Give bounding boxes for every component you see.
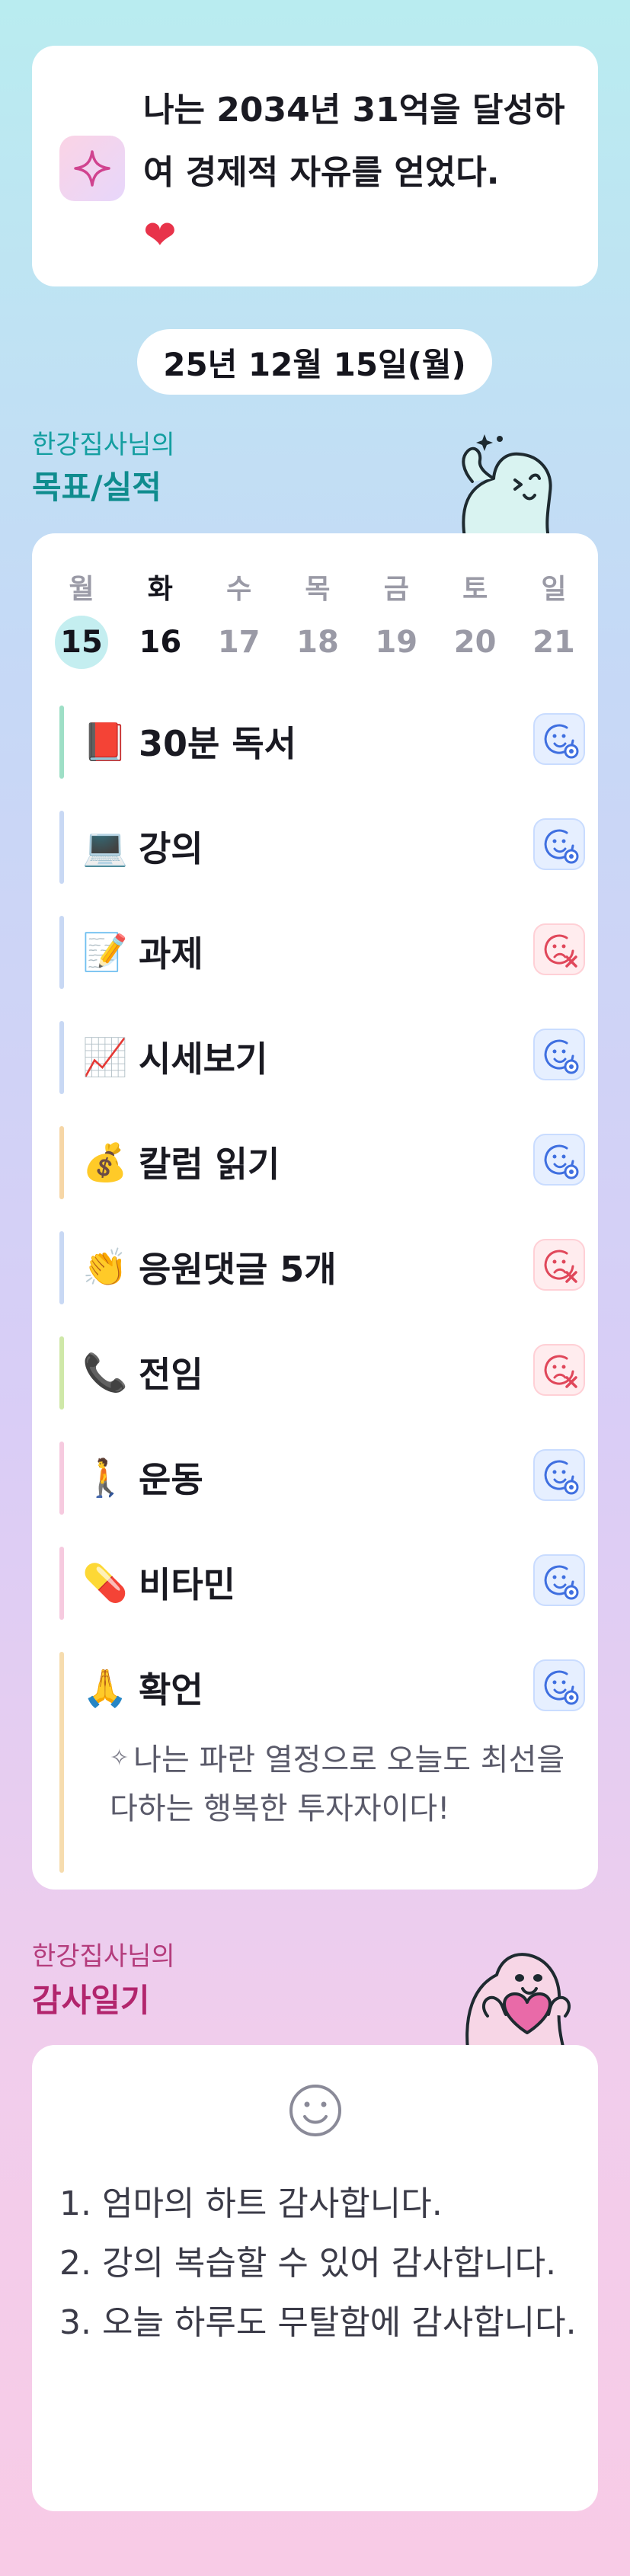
thanks-card: 1. 엄마의 하트 감사합니다. 2. 강의 복습할 수 있어 감사합니다. 3… xyxy=(32,2045,598,2511)
status-failed-icon[interactable] xyxy=(533,923,585,975)
task-row[interactable]: 📞 전임 xyxy=(59,1329,585,1434)
task-label: 30분 독서 xyxy=(139,723,296,764)
weekday-date: 15 xyxy=(55,616,108,669)
task-list: 📕 30분 독서 💻 강의 📝 과제 📈 시세보기 💰 칼럼 읽기 👏 응원댓글 5개 📞 전임 🚶 운동 💊 비… xyxy=(59,698,585,1888)
task-row[interactable]: 📝 과제 xyxy=(59,908,585,1013)
task-emoji-icon: 📈 xyxy=(82,1036,128,1079)
task-color-bar xyxy=(59,1652,64,1873)
task-color-bar xyxy=(59,811,64,884)
weekday-name: 일 xyxy=(541,574,567,605)
weekday-0[interactable]: 월 15 xyxy=(55,570,108,669)
status-done-icon[interactable] xyxy=(533,1134,585,1186)
weekday-date: 18 xyxy=(296,625,339,660)
task-emoji-icon: 📞 xyxy=(82,1352,128,1394)
task-row[interactable]: 💊 비타민 xyxy=(59,1539,585,1644)
thanks-item: 2. 강의 복습할 수 있어 감사합니다. xyxy=(59,2244,557,2283)
status-failed-icon[interactable] xyxy=(533,1239,585,1291)
weekday-date: 16 xyxy=(139,625,182,660)
task-label: 운동 xyxy=(139,1459,203,1500)
goals-section-title: 목표/실적 xyxy=(32,469,161,506)
task-label: 칼럼 읽기 xyxy=(139,1144,280,1185)
task-row[interactable]: 💰 칼럼 읽기 xyxy=(59,1118,585,1224)
task-color-bar xyxy=(59,916,64,989)
weekday-name: 토 xyxy=(462,574,488,605)
task-label: 과제 xyxy=(139,933,203,974)
weekday-6[interactable]: 일 21 xyxy=(527,570,580,669)
smile-icon xyxy=(289,2085,341,2136)
task-color-bar xyxy=(59,1547,64,1620)
status-done-icon[interactable] xyxy=(533,818,585,870)
status-done-icon[interactable] xyxy=(533,1554,585,1606)
date-selector[interactable]: 25년 12월 15일(월) xyxy=(137,329,492,395)
weekday-2[interactable]: 수 17 xyxy=(213,570,266,669)
weekday-name: 화 xyxy=(147,574,173,605)
task-label: 비타민 xyxy=(139,1564,235,1605)
task-color-bar xyxy=(59,1336,64,1410)
affirmation-text: ✧ 나는 파란 열정으로 오늘도 최선을 다하는 행복한 투자자이다! xyxy=(110,1734,574,1833)
task-emoji-icon: 💊 xyxy=(82,1562,128,1605)
goal-card: 나는 2034년 31억을 달성하여 경제적 자유를 얻었다. ❤ xyxy=(32,46,598,286)
task-emoji-icon: 📝 xyxy=(82,931,128,974)
task-emoji-icon: 💻 xyxy=(82,826,128,869)
task-row[interactable]: 👏 응원댓글 5개 xyxy=(59,1224,585,1329)
task-label: 강의 xyxy=(139,828,203,869)
week-calendar: 월 15 화 16 수 17 목 18 금 19 토 20 일 21 xyxy=(55,570,580,669)
weekday-name: 월 xyxy=(69,574,94,605)
task-label: 전임 xyxy=(139,1354,203,1395)
task-label: 시세보기 xyxy=(139,1038,268,1080)
task-row[interactable]: 💻 강의 xyxy=(59,803,585,908)
thanks-section-title: 감사일기 xyxy=(32,1982,150,2019)
mascot-heart-icon xyxy=(465,1953,571,2050)
weekday-5[interactable]: 토 20 xyxy=(449,570,502,669)
status-done-icon[interactable] xyxy=(533,1659,585,1711)
status-failed-icon[interactable] xyxy=(533,1344,585,1396)
weekday-date: 20 xyxy=(453,625,497,660)
weekday-name: 금 xyxy=(383,574,409,605)
weekday-name: 목 xyxy=(305,574,331,605)
weekday-date: 17 xyxy=(217,625,261,660)
task-row[interactable]: 🙏 확언 ✧ 나는 파란 열정으로 오늘도 최선을 다하는 행복한 투자자이다! xyxy=(59,1644,585,1888)
task-row[interactable]: 🚶 운동 xyxy=(59,1434,585,1539)
task-row[interactable]: 📕 30분 독서 xyxy=(59,698,585,803)
status-done-icon[interactable] xyxy=(533,1029,585,1080)
thanks-list: 1. 엄마의 하트 감사합니다. 2. 강의 복습할 수 있어 감사합니다. 3… xyxy=(59,2174,577,2353)
affirmation-body: 나는 파란 열정으로 오늘도 최선을 다하는 행복한 투자자이다! xyxy=(110,1742,565,1826)
weekday-name: 수 xyxy=(226,574,252,605)
thanks-item: 3. 오늘 하루도 무탈함에 감사합니다. xyxy=(59,2303,577,2342)
weekday-3[interactable]: 목 18 xyxy=(291,570,344,669)
task-emoji-icon: 👏 xyxy=(82,1246,128,1289)
task-color-bar xyxy=(59,1442,64,1515)
weekday-4[interactable]: 금 19 xyxy=(369,570,423,669)
task-label: 응원댓글 5개 xyxy=(139,1249,337,1290)
weekday-date: 19 xyxy=(375,625,418,660)
heart-icon: ❤ xyxy=(143,213,177,258)
mascot-waving-icon xyxy=(462,434,552,538)
task-emoji-icon: 🙏 xyxy=(82,1667,128,1710)
weekday-date: 21 xyxy=(532,625,575,660)
goals-card: 월 15 화 16 수 17 목 18 금 19 토 20 일 21 📕 30분 독서 💻 강의 📝 과제 📈 시세보기… xyxy=(32,533,598,1890)
weekday-1[interactable]: 화 16 xyxy=(133,570,187,669)
sparkle-icon xyxy=(59,136,125,201)
status-done-icon[interactable] xyxy=(533,1449,585,1501)
task-color-bar xyxy=(59,1126,64,1199)
task-emoji-icon: 💰 xyxy=(82,1141,128,1184)
goal-statement: 나는 2034년 31억을 달성하여 경제적 자유를 얻었다. xyxy=(143,91,565,192)
thanks-item: 1. 엄마의 하트 감사합니다. xyxy=(59,2184,443,2223)
task-color-bar xyxy=(59,706,64,779)
small-sparkle-icon: ✧ xyxy=(110,1745,130,1771)
goals-section-subtitle: 한강집사님의 xyxy=(32,430,175,460)
task-emoji-icon: 📕 xyxy=(82,721,128,763)
task-label: 확언 xyxy=(139,1669,203,1710)
task-color-bar xyxy=(59,1021,64,1094)
task-row[interactable]: 📈 시세보기 xyxy=(59,1013,585,1118)
task-color-bar xyxy=(59,1231,64,1304)
status-done-icon[interactable] xyxy=(533,713,585,765)
thanks-section-subtitle: 한강집사님의 xyxy=(32,1941,175,1972)
task-emoji-icon: 🚶 xyxy=(82,1457,128,1499)
goal-text: 나는 2034년 31억을 달성하여 경제적 자유를 얻었다. ❤ xyxy=(143,79,585,269)
